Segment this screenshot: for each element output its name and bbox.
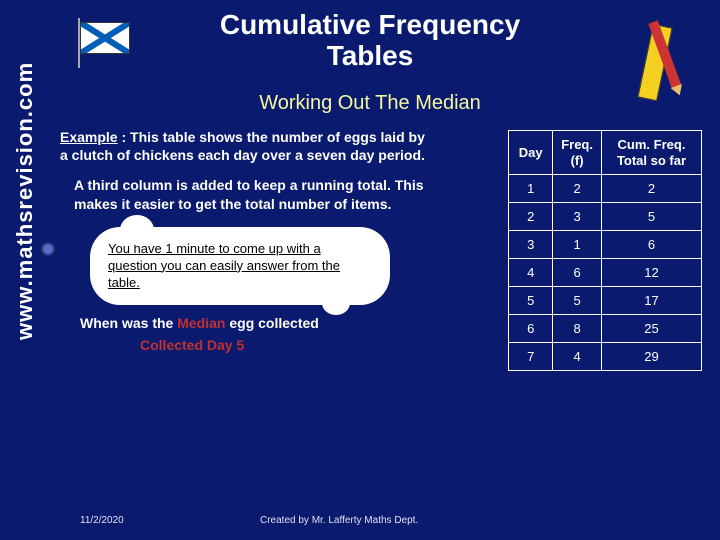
flag-scotland-icon: [80, 22, 130, 54]
cell: 3: [553, 203, 602, 231]
q1-part-b: Median: [177, 315, 229, 331]
cloud-text: You have 1 minute to come up with a ques…: [108, 241, 340, 290]
cell: 6: [553, 259, 602, 287]
table-row: 4612: [509, 259, 702, 287]
cell: 2: [509, 203, 553, 231]
median-question: When was the Median egg collected: [80, 315, 430, 331]
cell: 1: [553, 231, 602, 259]
example-label: Example: [60, 129, 118, 145]
cell: 4: [509, 259, 553, 287]
table-row: 7429: [509, 343, 702, 371]
explanation-paragraph: A third column is added to keep a runnin…: [74, 176, 430, 212]
table-header-row: Day Freq. (f) Cum. Freq. Total so far: [509, 131, 702, 175]
table-body: 122 235 316 4612 5517 6825 7429: [509, 175, 702, 371]
table-row: 122: [509, 175, 702, 203]
thought-cloud: You have 1 minute to come up with a ques…: [90, 227, 390, 306]
cell: 5: [602, 203, 702, 231]
table-row: 6825: [509, 315, 702, 343]
cell: 6: [509, 315, 553, 343]
cell: 12: [602, 259, 702, 287]
cell: 25: [602, 315, 702, 343]
cell: 5: [509, 287, 553, 315]
cell: 7: [509, 343, 553, 371]
ruler-pencil-icon: [610, 5, 700, 105]
col-freq: Freq. (f): [553, 131, 602, 175]
col-day: Day: [509, 131, 553, 175]
cell: 29: [602, 343, 702, 371]
cell: 2: [602, 175, 702, 203]
cell: 5: [553, 287, 602, 315]
cell: 8: [553, 315, 602, 343]
table-row: 235: [509, 203, 702, 231]
cell: 3: [509, 231, 553, 259]
cell: 4: [553, 343, 602, 371]
cell: 1: [509, 175, 553, 203]
q1-part-a: When was the: [80, 315, 177, 331]
content-area: Example : This table shows the number of…: [60, 128, 430, 353]
col-cumfreq: Cum. Freq. Total so far: [602, 131, 702, 175]
cell: 17: [602, 287, 702, 315]
sidebar-url: www.mathsrevision.com: [12, 62, 38, 340]
table-row: 5517: [509, 287, 702, 315]
median-answer: Collected Day 5: [140, 337, 430, 353]
example-paragraph: Example : This table shows the number of…: [60, 128, 430, 164]
cell: 2: [553, 175, 602, 203]
table-row: 316: [509, 231, 702, 259]
bullet-icon: [44, 245, 52, 253]
slide-title: Cumulative Frequency Tables: [200, 10, 540, 72]
footer-credit: Created by Mr. Lafferty Maths Dept.: [260, 515, 418, 526]
footer-date: 11/2/2020: [80, 515, 124, 526]
frequency-table: Day Freq. (f) Cum. Freq. Total so far 12…: [508, 130, 702, 371]
slide: Cumulative Frequency Tables Working Out …: [0, 0, 720, 540]
q1-part-c: egg collected: [229, 315, 318, 331]
cell: 6: [602, 231, 702, 259]
slide-subtitle: Working Out The Median: [160, 92, 580, 115]
